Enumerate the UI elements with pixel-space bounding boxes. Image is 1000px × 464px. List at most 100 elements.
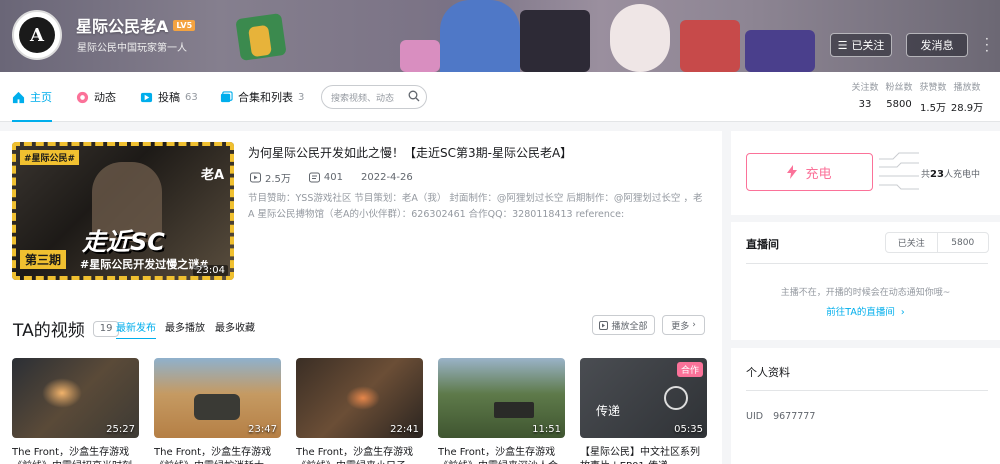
- uid-row: UID 9677777: [746, 411, 815, 422]
- avatar[interactable]: A: [12, 10, 62, 60]
- thumb-ep-text: 传递: [596, 404, 621, 418]
- follow-button[interactable]: ☰ 已关注: [830, 33, 892, 57]
- video-thumbnail[interactable]: 11:51: [438, 358, 565, 438]
- views-stat: 2.5万: [250, 170, 291, 185]
- collections-icon: [220, 90, 233, 102]
- username: 星际公民老A LV5: [76, 13, 196, 37]
- stat-likes: 获赞数 1.5万: [916, 80, 950, 114]
- top-video-title[interactable]: 为何星际公民开发如此之慢！【走近SC第3期-星际公民老A】: [248, 144, 572, 161]
- video-card[interactable]: 23:47 The Front，沙盒生存游戏《前线》中霸绿蛇消耗大: [154, 358, 281, 464]
- charge-card: 充电 共23人充电中: [731, 131, 1000, 215]
- dynamic-icon: [76, 91, 89, 103]
- video-thumbnail[interactable]: 传递 合作 05:35: [580, 358, 707, 438]
- tab-home[interactable]: 主页: [12, 72, 52, 122]
- banner-gift-box-decoration: [745, 30, 815, 72]
- uid-value[interactable]: 9677777: [773, 411, 815, 422]
- more-label: 更多: [671, 321, 690, 332]
- tab-dynamic-label: 动态: [94, 91, 116, 104]
- comment-icon: [308, 172, 320, 183]
- uid-label: UID: [746, 411, 764, 422]
- thumb-corner-label: 老A: [200, 168, 224, 183]
- tab-collections[interactable]: 合集和列表 3: [220, 72, 304, 122]
- charge-label: 充电: [805, 166, 832, 182]
- live-followed-label[interactable]: 已关注: [886, 233, 938, 252]
- thumb-sub: #星际公民开发过慢之谜#: [80, 258, 209, 271]
- video-duration: 23:04: [193, 265, 228, 276]
- thumb-big-title: 走近SC: [82, 228, 165, 256]
- tab-collections-count: 3: [298, 91, 305, 103]
- profile-banner: A 星际公民老A LV5 星际公民中国玩家第一人 ☰ 已关注 发消息 · · ·: [0, 0, 1000, 72]
- stat-label: 播放数: [953, 83, 981, 93]
- thumb-explosion: [42, 378, 82, 408]
- video-duration: 23:47: [248, 424, 277, 435]
- video-card[interactable]: 11:51 The Front，沙盒生存游戏《前线》中霸绿来深沙人会: [438, 358, 565, 464]
- lightning-icon: [787, 165, 798, 179]
- video-title[interactable]: The Front，沙盒生存游戏《前线》中霸绿来小只子: [296, 446, 423, 464]
- stat-label: 获赞数: [919, 83, 947, 93]
- uploads-icon: [140, 92, 153, 102]
- tab-uploads[interactable]: 投稿 63: [140, 72, 198, 122]
- avatar-logo: A: [19, 17, 55, 53]
- more-options-icon[interactable]: · · ·: [985, 33, 989, 57]
- thumb-vehicle: [194, 394, 240, 420]
- charge-count: 23: [930, 169, 944, 180]
- publish-date: 2022-4-26: [361, 172, 413, 183]
- stat-fans[interactable]: 粉丝数 5800: [882, 80, 916, 114]
- video-title[interactable]: The Front，沙盒生存游戏《前线》中霸绿蛇消耗大: [154, 446, 281, 464]
- video-title[interactable]: The Front，沙盒生存游戏《前线》中霸绿来深沙人会: [438, 446, 565, 464]
- video-duration: 22:41: [390, 424, 419, 435]
- banner-character-decoration: [520, 10, 590, 72]
- sort-most-favorited[interactable]: 最多收藏: [215, 319, 255, 334]
- sort-latest[interactable]: 最新发布: [116, 319, 156, 339]
- video-thumbnail[interactable]: 23:47: [154, 358, 281, 438]
- coop-badge: 合作: [676, 362, 703, 377]
- profile-nav: 主页 动态 投稿 63 合集和列表 3 搜索视频、动态 关注数 33 粉丝数 5…: [0, 72, 1000, 122]
- video-title[interactable]: The Front，沙盒生存游戏《前线》中霸绿招高光时刻: [12, 446, 139, 464]
- sort-most-played[interactable]: 最多播放: [165, 319, 205, 334]
- thumb-logo-circle: [664, 386, 688, 410]
- user-signature: 星际公民中国玩家第一人: [77, 43, 187, 54]
- charge-button[interactable]: 充电: [746, 153, 873, 191]
- top-video-thumbnail[interactable]: #星际公民# 老A 走近SC 第三期 #星际公民开发过慢之谜# 23:04: [12, 142, 234, 280]
- live-room-card: 直播间 已关注 5800 主播不在，开播的时候会在动态通知你哦~ 前往TA的直播…: [731, 222, 1000, 340]
- stat-following[interactable]: 关注数 33: [848, 80, 882, 114]
- live-follow-pill[interactable]: 已关注 5800: [885, 232, 989, 253]
- tab-dynamic[interactable]: 动态: [76, 72, 116, 122]
- video-thumbnail[interactable]: 22:41: [296, 358, 423, 438]
- tab-uploads-count: 63: [185, 91, 198, 103]
- charge-suffix: 人充电中: [943, 170, 980, 180]
- video-card[interactable]: 25:27 The Front，沙盒生存游戏《前线》中霸绿招高光时刻: [12, 358, 139, 464]
- play-count-icon: [250, 172, 261, 183]
- banner-character-decoration: [440, 0, 520, 72]
- home-icon: [12, 91, 25, 103]
- thumb-gun: [494, 402, 534, 418]
- top-video-description: 节目赞助：YSS游戏社区 节目策划：老A（我） 封面制作：@阿狸划过长空 后期制…: [248, 193, 703, 220]
- video-title[interactable]: 【星际公民】中文社区系列故事片 | EP01 传递: [580, 446, 707, 464]
- go-to-live-room-link[interactable]: 前往TA的直播间 ›: [731, 304, 1000, 318]
- main-content-card: #星际公民# 老A 走近SC 第三期 #星际公民开发过慢之谜# 23:04 为何…: [0, 131, 722, 464]
- thumb-fire: [346, 386, 380, 410]
- video-duration: 11:51: [532, 424, 561, 435]
- views-count: 2.5万: [265, 174, 291, 185]
- stat-label: 粉丝数: [885, 83, 913, 93]
- stat-label: 关注数: [851, 83, 879, 93]
- search-input[interactable]: 搜索视频、动态: [321, 85, 427, 109]
- stat-plays: 播放数 28.9万: [950, 80, 984, 114]
- divider: [746, 263, 988, 264]
- user-stats: 关注数 33 粉丝数 5800 获赞数 1.5万 播放数 28.9万: [848, 80, 984, 114]
- video-duration: 05:35: [674, 424, 703, 435]
- tab-uploads-label: 投稿: [158, 91, 180, 104]
- banner-gift-box-decoration: [680, 20, 740, 72]
- profile-title: 个人资料: [746, 366, 790, 379]
- more-videos-button[interactable]: 更多 ›: [662, 315, 705, 335]
- video-thumbnail[interactable]: 25:27: [12, 358, 139, 438]
- banner-gift-box-decoration: [248, 24, 272, 58]
- video-card[interactable]: 22:41 The Front，沙盒生存游戏《前线》中霸绿来小只子: [296, 358, 423, 464]
- chevron-right-icon: ›: [692, 320, 696, 330]
- message-button[interactable]: 发消息: [906, 33, 968, 57]
- follow-button-label: 已关注: [851, 39, 885, 52]
- play-all-button[interactable]: 播放全部: [592, 315, 655, 335]
- live-room-title: 直播间: [746, 238, 779, 251]
- search-icon[interactable]: [408, 90, 420, 102]
- video-card[interactable]: 传递 合作 05:35 【星际公民】中文社区系列故事片 | EP01 传递: [580, 358, 707, 464]
